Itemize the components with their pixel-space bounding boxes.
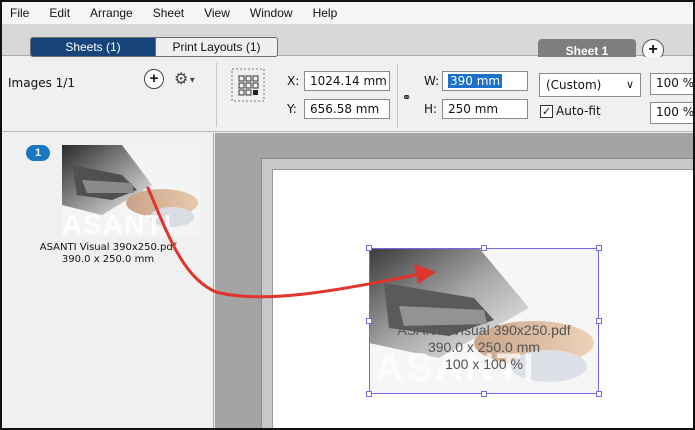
overlay-scale: 100 x 100 % <box>445 356 523 372</box>
menu-sheet[interactable]: Sheet <box>143 2 194 24</box>
size-preset-select[interactable]: (Custom) ∨ <box>539 73 641 97</box>
chevron-down-icon: ∨ <box>625 78 634 91</box>
images-panel: 1 ASANTI ASANTI Visual 390x250.pdf 390.0… <box>2 133 214 428</box>
toolbar: Images 1/1 + ⚙▼ X: 1024.14 mm Y: 656.58 … <box>2 57 693 132</box>
toolbar-divider <box>216 63 217 127</box>
anchor-point-icon[interactable] <box>230 67 266 103</box>
toolbar-divider <box>397 63 398 127</box>
resize-handle-bottom-left[interactable] <box>366 391 372 397</box>
autofit-label: Auto-fit <box>556 104 601 118</box>
tab-row: Sheets (1) Print Layouts (1) Sheet 1 + <box>2 24 693 63</box>
add-image-button[interactable]: + <box>144 69 164 89</box>
overlay-filename: ASANTI Visual 390x250.pdf <box>397 322 571 338</box>
thumbnail-filename: ASANTI Visual 390x250.pdf <box>39 242 177 253</box>
menu-file[interactable]: File <box>2 2 39 24</box>
menu-help[interactable]: Help <box>303 2 348 24</box>
resize-handle-top-right[interactable] <box>596 245 602 251</box>
x-label: X: <box>287 74 300 88</box>
autofit-toggle[interactable]: ✓ Auto-fit <box>540 104 601 118</box>
y-position-field[interactable]: 656.58 mm <box>304 99 390 119</box>
menu-arrange[interactable]: Arrange <box>80 2 143 24</box>
image-thumbnail[interactable]: ASANTI <box>62 145 200 237</box>
gear-icon[interactable]: ⚙▼ <box>174 69 196 89</box>
chevron-down-icon: ▼ <box>188 75 197 85</box>
thumbnail-caption: ASANTI Visual 390x250.pdf 390.0 x 250.0 … <box>2 242 214 266</box>
height-field[interactable]: 250 mm <box>442 99 528 119</box>
thumbnail-watermark: ASANTI <box>62 209 173 237</box>
h-label: H: <box>424 102 438 116</box>
resize-handle-top[interactable] <box>481 245 487 251</box>
image-count-badge: 1 <box>26 145 50 161</box>
sheet-page-shadow: ASANTI ASANTI Visual 390x250.pdf 390.0 x… <box>261 158 693 428</box>
scale-y-field[interactable]: 100 % <box>650 102 693 124</box>
autofit-checkbox[interactable]: ✓ <box>540 104 553 118</box>
menu-window[interactable]: Window <box>240 2 303 24</box>
y-label: Y: <box>287 102 297 116</box>
resize-handle-bottom-right[interactable] <box>596 391 602 397</box>
view-segmented-control: Sheets (1) Print Layouts (1) <box>30 37 278 57</box>
menu-view[interactable]: View <box>194 2 240 24</box>
scale-x-field[interactable]: 100 % <box>650 73 693 95</box>
tab-print-layouts[interactable]: Print Layouts (1) <box>155 38 277 56</box>
w-label: W: <box>424 74 440 88</box>
link-proportions-icon[interactable]: ⚭ <box>402 91 411 104</box>
resize-handle-bottom[interactable] <box>481 391 487 397</box>
sheet-page[interactable]: ASANTI ASANTI Visual 390x250.pdf 390.0 x… <box>272 169 693 428</box>
images-count-label: Images 1/1 <box>8 76 75 90</box>
tab-sheets[interactable]: Sheets (1) <box>31 38 155 56</box>
app-window: File Edit Arrange Sheet View Window Help… <box>0 0 695 430</box>
overlay-dimensions: 390.0 x 250.0 mm <box>427 339 541 355</box>
menu-bar: File Edit Arrange Sheet View Window Help <box>2 2 693 24</box>
menu-edit[interactable]: Edit <box>39 2 80 24</box>
size-preset-value: (Custom) <box>546 78 602 92</box>
x-position-field[interactable]: 1024.14 mm <box>304 71 390 91</box>
width-value: 390 mm <box>448 74 503 88</box>
resize-handle-top-left[interactable] <box>366 245 372 251</box>
width-field[interactable]: 390 mm <box>442 71 528 91</box>
canvas-area[interactable]: ASANTI ASANTI Visual 390x250.pdf 390.0 x… <box>215 133 693 428</box>
thumbnail-dimensions: 390.0 x 250.0 mm <box>61 254 155 265</box>
